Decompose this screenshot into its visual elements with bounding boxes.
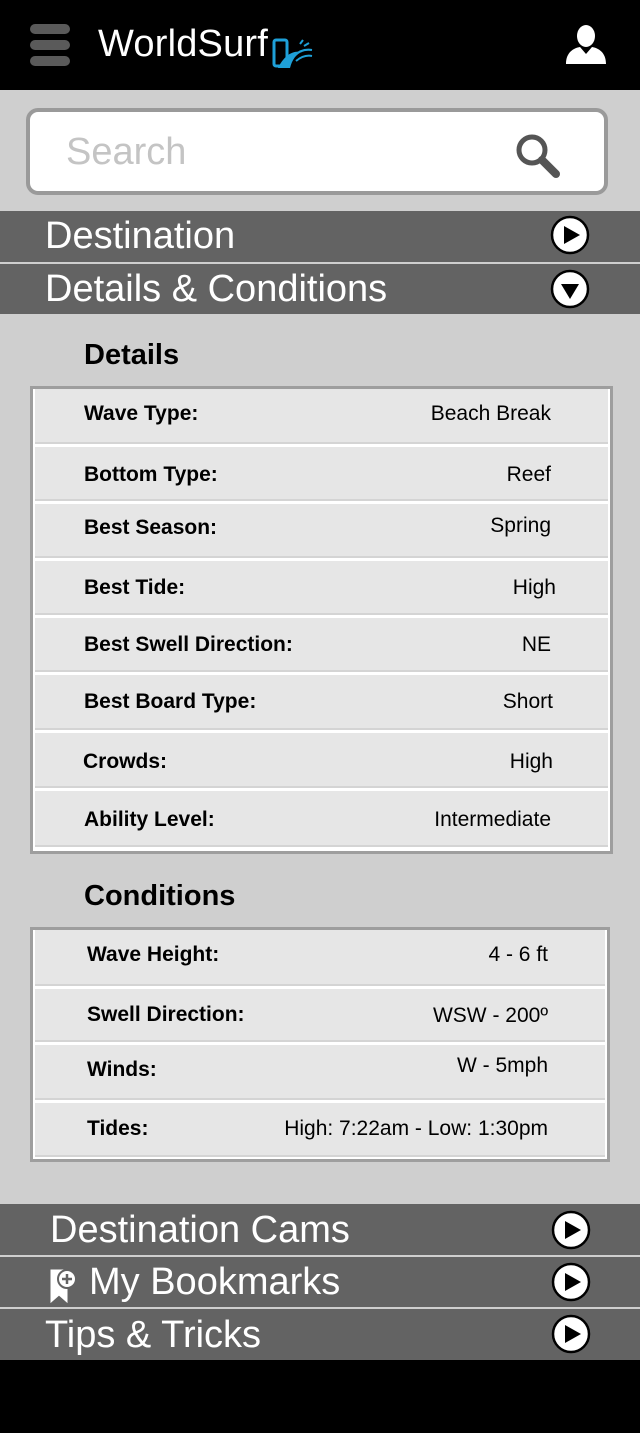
play-arrow-icon[interactable] bbox=[551, 1262, 591, 1302]
row-value: NE bbox=[521, 633, 551, 656]
details-table: Wave Type: Beach Break Bottom Type: Reef… bbox=[30, 386, 613, 854]
row-label: Best Swell Direction: bbox=[84, 633, 293, 656]
row-value: Short bbox=[502, 690, 553, 713]
row-value: 4 - 6 ft bbox=[488, 943, 548, 966]
app-header: WorldSurf bbox=[0, 0, 640, 90]
row-value: Reef bbox=[506, 463, 551, 486]
expand-arrow-icon[interactable] bbox=[550, 269, 590, 309]
app-logo[interactable]: WorldSurf bbox=[98, 20, 314, 70]
accordion-destination-cams-label: Destination Cams bbox=[50, 1209, 350, 1251]
play-arrow-icon[interactable] bbox=[551, 1210, 591, 1250]
accordion-my-bookmarks-label: My Bookmarks bbox=[89, 1261, 341, 1303]
user-icon[interactable] bbox=[564, 24, 608, 66]
row-label: Best Board Type: bbox=[84, 690, 257, 713]
row-label: Wave Height: bbox=[87, 943, 220, 966]
phone-wave-icon bbox=[272, 38, 313, 68]
table-row: Best Board Type: Short bbox=[35, 675, 608, 730]
accordion-destination-label: Destination bbox=[45, 215, 236, 257]
row-label: Ability Level: bbox=[84, 808, 215, 831]
play-arrow-icon[interactable] bbox=[550, 215, 590, 255]
table-row: Swell Direction: WSW - 200º bbox=[35, 989, 605, 1042]
details-heading: Details bbox=[84, 339, 180, 371]
accordion-tips-tricks[interactable]: Tips & Tricks bbox=[0, 1309, 640, 1360]
accordion-details-conditions[interactable]: Details & Conditions bbox=[0, 264, 640, 314]
accordion-my-bookmarks[interactable]: My Bookmarks bbox=[0, 1257, 640, 1307]
conditions-table: Wave Height: 4 - 6 ft Swell Direction: W… bbox=[30, 927, 610, 1162]
conditions-heading: Conditions bbox=[84, 880, 236, 912]
row-value: Intermediate bbox=[434, 808, 551, 831]
row-value: High bbox=[512, 576, 556, 599]
table-row: Best Tide: High bbox=[35, 561, 608, 615]
table-row: Winds: W - 5mph bbox=[35, 1045, 605, 1100]
hamburger-menu-icon[interactable] bbox=[30, 24, 70, 66]
row-value: Spring bbox=[490, 514, 551, 537]
table-row: Crowds: High bbox=[35, 733, 608, 788]
row-value: WSW - 200º bbox=[432, 1004, 548, 1027]
row-label: Crowds: bbox=[83, 750, 167, 773]
search-icon[interactable] bbox=[514, 132, 560, 178]
accordion-tips-tricks-label: Tips & Tricks bbox=[45, 1314, 262, 1356]
row-label: Wave Type: bbox=[84, 402, 199, 425]
row-value: W - 5mph bbox=[456, 1054, 548, 1077]
table-row: Wave Type: Beach Break bbox=[35, 389, 608, 444]
accordion-details-conditions-label: Details & Conditions bbox=[45, 268, 388, 310]
play-arrow-icon[interactable] bbox=[551, 1314, 591, 1354]
row-label: Best Season: bbox=[84, 516, 218, 539]
row-value: High bbox=[509, 750, 553, 773]
footer-bar bbox=[0, 1360, 640, 1433]
table-row: Bottom Type: Reef bbox=[35, 447, 608, 501]
table-row: Ability Level: Intermediate bbox=[35, 791, 608, 847]
row-label: Winds: bbox=[87, 1058, 157, 1081]
bookmark-add-icon bbox=[50, 1269, 77, 1304]
table-row: Best Swell Direction: NE bbox=[35, 618, 608, 672]
row-label: Swell Direction: bbox=[87, 1003, 245, 1026]
search-input[interactable] bbox=[66, 128, 486, 176]
row-label: Bottom Type: bbox=[84, 463, 218, 486]
accordion-destination-cams[interactable]: Destination Cams bbox=[0, 1204, 640, 1255]
table-row: Tides: High: 7:22am - Low: 1:30pm bbox=[35, 1103, 605, 1157]
search-bar bbox=[26, 108, 608, 195]
row-value: Beach Break bbox=[430, 402, 551, 425]
row-label: Best Tide: bbox=[84, 576, 186, 599]
logo-text: WorldSurf bbox=[98, 23, 269, 65]
row-value: High: 7:22am - Low: 1:30pm bbox=[284, 1117, 548, 1140]
row-label: Tides: bbox=[87, 1117, 149, 1140]
table-row: Best Season: Spring bbox=[35, 504, 608, 558]
table-row: Wave Height: 4 - 6 ft bbox=[35, 930, 605, 986]
accordion-destination[interactable]: Destination bbox=[0, 211, 640, 262]
